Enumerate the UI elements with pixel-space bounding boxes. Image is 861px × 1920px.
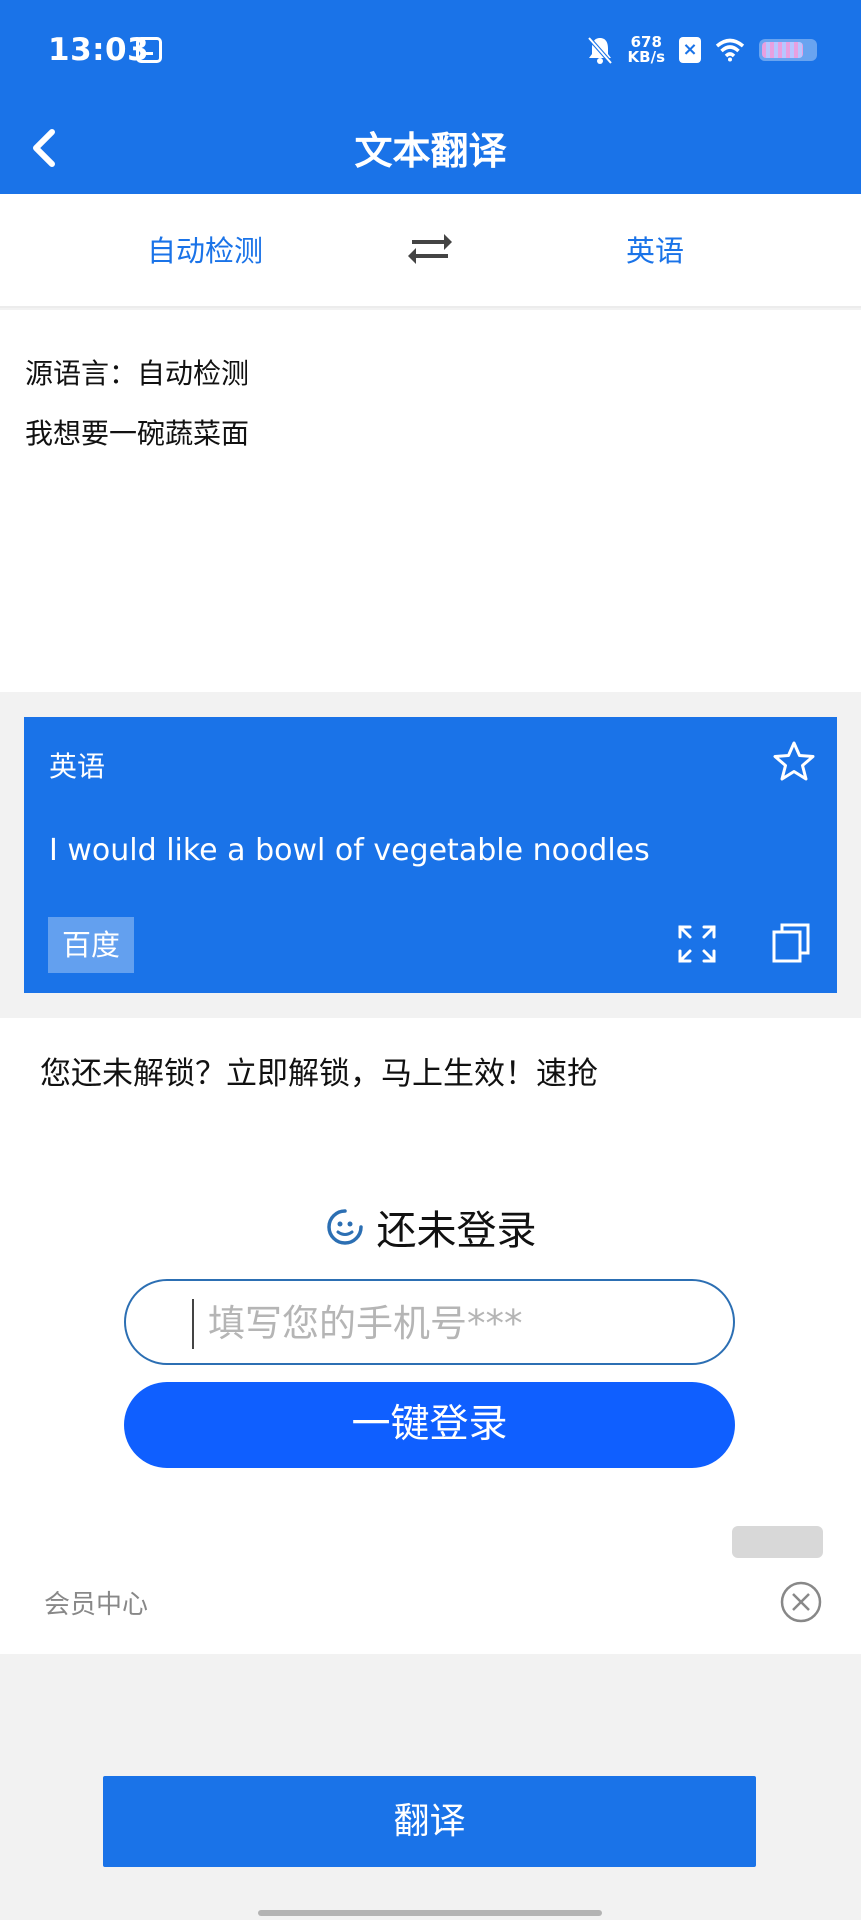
source-language-button[interactable]: 自动检测 bbox=[80, 224, 330, 278]
sim-x-icon: × bbox=[679, 37, 701, 63]
ad-label-placeholder bbox=[732, 1526, 823, 1558]
one-click-login-button[interactable]: 一键登录 bbox=[124, 1382, 735, 1468]
translated-text: I would like a bowl of vegetable noodles bbox=[49, 833, 650, 868]
text-translate-page: 13:03 678 KB/s × 文本翻译 自动检测 英语 源语言：自动检测 我… bbox=[0, 0, 861, 1920]
page-title: 文本翻译 bbox=[354, 129, 507, 173]
text-caret bbox=[192, 1299, 194, 1349]
translation-result-card: 英语 I would like a bowl of vegetable nood… bbox=[24, 717, 837, 993]
phone-number-input[interactable] bbox=[208, 1291, 708, 1355]
login-title: 还未登录 bbox=[376, 1208, 537, 1254]
unlock-promo-text[interactable]: 您还未解锁？立即解锁，马上生效！速抢 bbox=[40, 1048, 598, 1093]
status-icons: 678 KB/s × bbox=[586, 30, 817, 70]
calendar-icon bbox=[136, 37, 162, 63]
title-bar: 文本翻译 bbox=[0, 100, 861, 194]
mute-bell-icon bbox=[587, 36, 613, 65]
swap-arrows-icon bbox=[408, 234, 452, 264]
source-language-label: 源语言：自动检测 bbox=[25, 357, 250, 390]
battery-icon bbox=[759, 39, 817, 61]
wifi-icon bbox=[715, 38, 745, 62]
close-icon[interactable] bbox=[779, 1580, 823, 1624]
net-speed: 678 KB/s bbox=[628, 35, 665, 65]
smiley-icon bbox=[326, 1209, 363, 1245]
member-center-link[interactable]: 会员中心 bbox=[44, 1584, 148, 1621]
swap-languages-button[interactable] bbox=[400, 224, 460, 274]
unlock-promo-panel: 您还未解锁？立即解锁，马上生效！速抢 还未登录 一键登录 会员中心 bbox=[0, 1018, 861, 1654]
source-text-area[interactable]: 源语言：自动检测 我想要一碗蔬菜面 bbox=[0, 310, 861, 692]
login-title-row: 还未登录 bbox=[0, 1198, 861, 1256]
result-language: 英语 bbox=[49, 750, 106, 783]
net-speed-unit: KB/s bbox=[627, 48, 665, 66]
engine-badge: 百度 bbox=[48, 917, 134, 973]
target-language-button[interactable]: 英语 bbox=[530, 224, 780, 278]
star-icon[interactable] bbox=[771, 739, 817, 785]
phone-input-wrapper[interactable] bbox=[124, 1279, 735, 1365]
translate-button[interactable]: 翻译 bbox=[103, 1776, 756, 1867]
fullscreen-icon[interactable] bbox=[676, 923, 718, 965]
copy-icon[interactable] bbox=[770, 921, 814, 965]
status-bar: 13:03 678 KB/s × bbox=[0, 0, 861, 100]
home-indicator[interactable] bbox=[258, 1910, 602, 1916]
app-header: 13:03 678 KB/s × 文本翻译 bbox=[0, 0, 861, 194]
battery-level bbox=[762, 42, 803, 58]
source-text[interactable]: 我想要一碗蔬菜面 bbox=[25, 412, 249, 452]
status-time: 13:03 bbox=[48, 32, 150, 68]
